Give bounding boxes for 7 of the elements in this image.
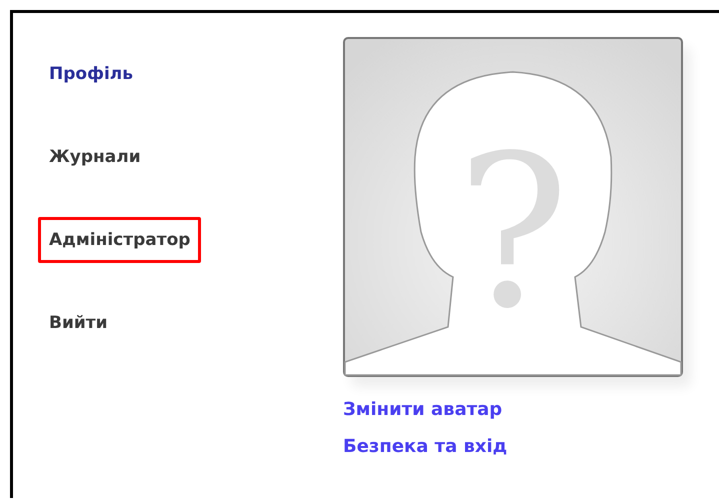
question-mark: ? (456, 110, 570, 355)
link[interactable]: Змінити аватар (343, 399, 502, 420)
sidebar-item[interactable]: Журнали (38, 134, 152, 180)
link[interactable]: Безпека та вхід (343, 436, 508, 457)
sidebar-item[interactable]: Профіль (38, 51, 144, 97)
sidebar-item[interactable]: Адміністратор (38, 217, 202, 263)
sidebar-item[interactable]: Вийти (38, 300, 119, 346)
